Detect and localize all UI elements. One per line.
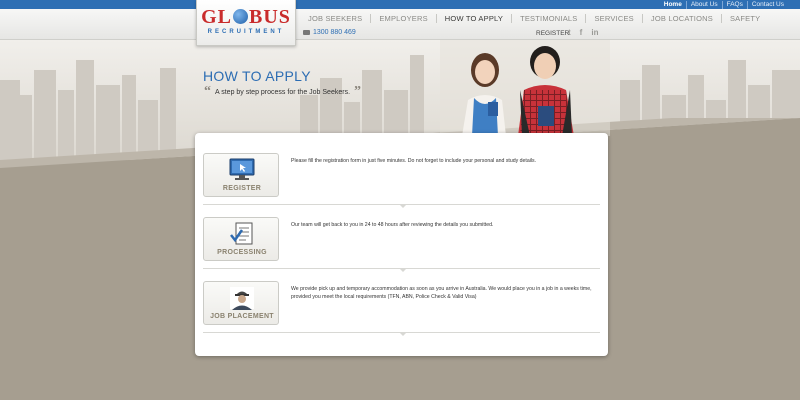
nav-testimonials[interactable]: TESTIMONIALS [511,14,585,23]
main-nav: JOB SEEKERS EMPLOYERS HOW TO APPLY TESTI… [300,14,768,23]
monitor-cursor-icon [229,158,255,180]
nav-services[interactable]: SERVICES [585,14,641,23]
twitter-icon[interactable]: t [568,28,571,37]
step-card-register[interactable]: REGISTER [203,153,279,197]
top-link-faqs[interactable]: FAQs [721,0,747,9]
step-processing: PROCESSING Our team will get back to you… [203,205,600,272]
step-description: Please fill the registration form in jus… [291,158,537,164]
globus-logo[interactable]: GL BUS RECRUITMENT [196,0,296,46]
close-quote-icon: ” [354,84,362,99]
step-label: PROCESSING [217,249,267,256]
step-job-placement: JOB PLACEMENT We provide pick up and tem… [203,269,600,336]
open-quote-icon: “ [204,84,211,99]
facebook-icon[interactable]: f [580,28,583,37]
top-links: Home About Us FAQs Contact Us [660,0,788,9]
logo-word-left: GL [201,6,232,28]
step-card-processing[interactable]: PROCESSING [203,217,279,261]
chevron-down-icon [399,332,407,336]
step-label: JOB PLACEMENT [210,313,274,320]
top-link-contact[interactable]: Contact Us [746,0,788,9]
nav-employers[interactable]: EMPLOYERS [370,14,435,23]
step-register: REGISTER Please fill the registration fo… [203,141,600,208]
header-register-link[interactable]: REGISTER [536,30,569,37]
document-check-icon [230,222,253,245]
worker-helmet-icon [230,287,254,310]
step-card-job-placement[interactable]: JOB PLACEMENT [203,281,279,325]
logo-subtitle: RECRUITMENT [207,29,285,35]
top-link-about[interactable]: About Us [685,0,722,9]
social-links: t f in [568,28,598,37]
step-description: We provide pick up and temporary accommo… [291,286,592,300]
page-subtitle: “ A step by step process for the Job See… [204,84,362,99]
step-description: Our team will get back to you in 24 to 4… [291,222,494,228]
page-title: HOW TO APPLY [203,68,311,84]
linkedin-icon[interactable]: in [591,28,598,37]
globe-icon [233,9,248,24]
nav-job-locations[interactable]: JOB LOCATIONS [641,14,721,23]
phone-icon [303,30,310,35]
nav-job-seekers[interactable]: JOB SEEKERS [300,14,370,23]
phone-number: 1300 880 469 [303,29,356,36]
students-photo [440,40,610,136]
nav-how-to-apply[interactable]: HOW TO APPLY [435,14,511,23]
phone-text: 1300 880 469 [313,29,356,36]
logo-wordmark: GL BUS [197,6,295,28]
top-link-home[interactable]: Home [660,1,686,9]
page-subtitle-text: A step by step process for the Job Seeke… [215,88,351,96]
steps-panel: REGISTER Please fill the registration fo… [195,133,608,356]
nav-safety[interactable]: SAFETY [720,14,768,23]
logo-word-right: BUS [249,6,291,28]
step-label: REGISTER [222,185,262,192]
